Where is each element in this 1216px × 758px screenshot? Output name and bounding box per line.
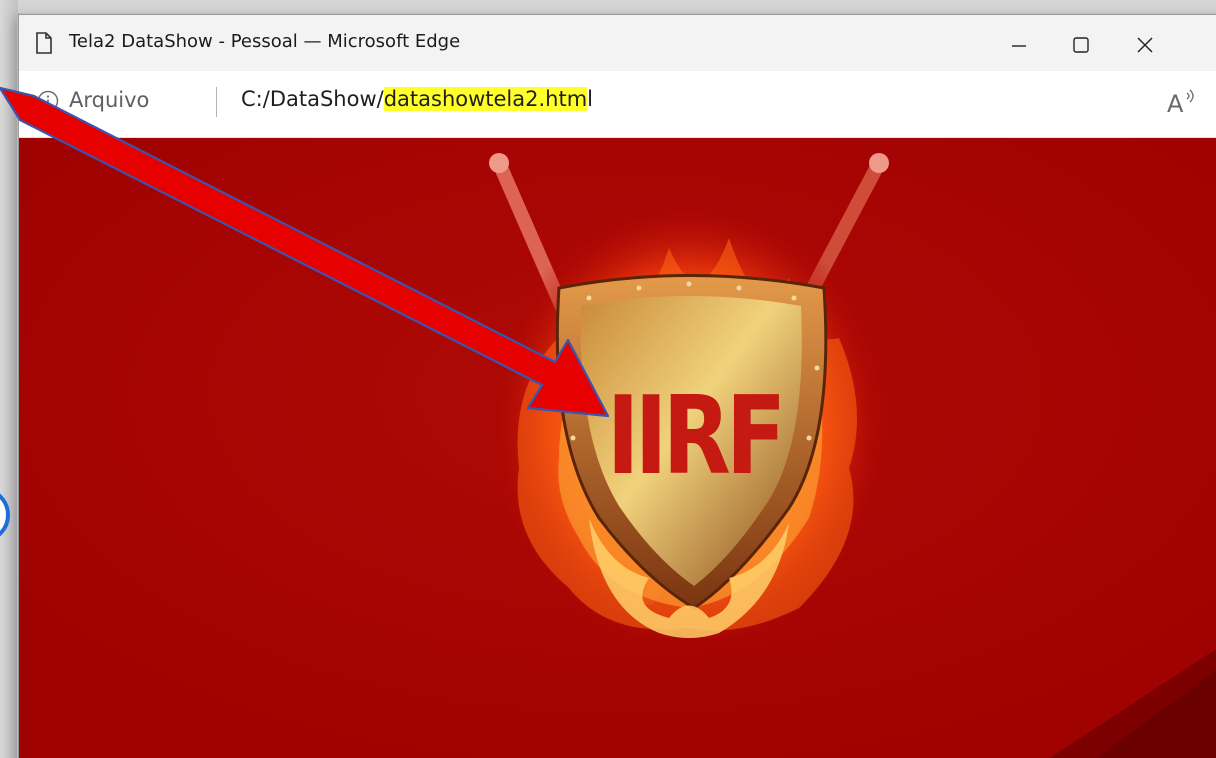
info-icon[interactable] bbox=[37, 90, 59, 112]
logo-text: IIRF bbox=[607, 373, 782, 499]
scheme-label: Arquivo bbox=[69, 88, 150, 112]
url-suffix: l bbox=[587, 87, 594, 111]
address-separator bbox=[216, 87, 217, 117]
close-button[interactable] bbox=[1117, 25, 1173, 65]
url-prefix: C:/DataShow/ bbox=[241, 87, 384, 111]
page-icon bbox=[36, 32, 52, 54]
maximize-button[interactable] bbox=[1053, 25, 1109, 65]
svg-text:A: A bbox=[1167, 90, 1184, 118]
minimize-icon bbox=[1012, 45, 1026, 47]
close-icon bbox=[1137, 37, 1153, 53]
screenshot-stage: Tela2 DataShow - Pessoal — Microsoft Edg… bbox=[0, 0, 1216, 758]
minimize-button[interactable] bbox=[991, 25, 1047, 65]
iirf-shield-logo: IIRF bbox=[489, 153, 889, 638]
read-aloud-icon[interactable]: A bbox=[1163, 85, 1203, 119]
url-field[interactable]: C:/DataShow/datashowtela2.html bbox=[241, 87, 593, 111]
address-bar[interactable]: Arquivo C:/DataShow/datashowtela2.html A bbox=[19, 71, 1216, 138]
partial-circle-marker bbox=[0, 493, 10, 537]
url-highlighted-filename: datashowtela2.htm bbox=[383, 87, 588, 111]
window-title: Tela2 DataShow - Pessoal — Microsoft Edg… bbox=[69, 31, 461, 52]
left-desktop-edge bbox=[0, 0, 18, 758]
title-bar[interactable]: Tela2 DataShow - Pessoal — Microsoft Edg… bbox=[19, 15, 1216, 71]
page-content: IIRF bbox=[19, 138, 1216, 758]
maximize-icon bbox=[1073, 37, 1089, 53]
browser-window: Tela2 DataShow - Pessoal — Microsoft Edg… bbox=[18, 14, 1216, 758]
